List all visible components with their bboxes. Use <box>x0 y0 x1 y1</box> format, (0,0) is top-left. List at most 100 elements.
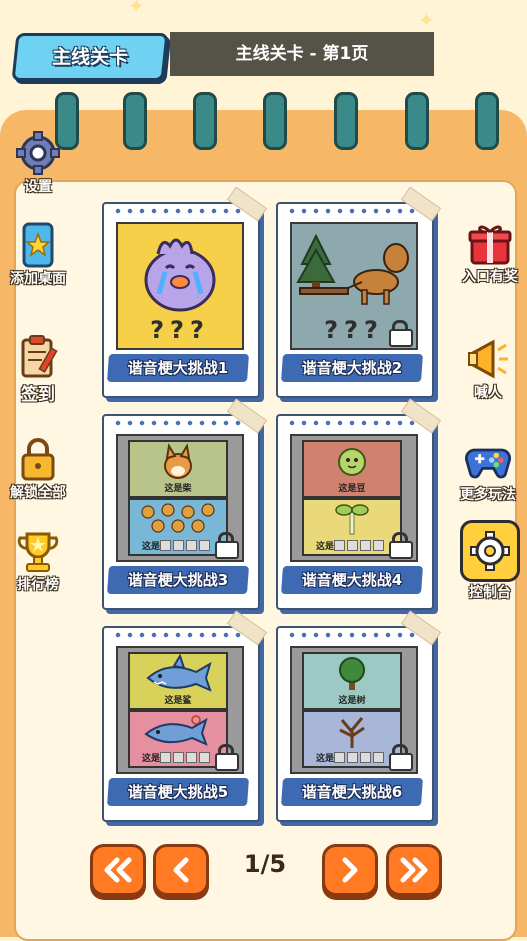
check-in-label: 签到 <box>21 385 55 405</box>
next-page-button[interactable] <box>322 844 378 896</box>
check-in-button[interactable]: 签到 <box>0 334 76 405</box>
chevron-left-icon <box>173 857 189 883</box>
lock-icon <box>214 744 239 771</box>
card-dots <box>286 208 420 214</box>
level-thumbnail: 这是豆 这是 <box>290 434 418 562</box>
double-chevron-left-icon <box>104 857 132 883</box>
previous-page-button[interactable] <box>153 844 209 896</box>
answer-prefix: 这是 <box>316 754 335 764</box>
chevron-right-icon <box>342 857 358 883</box>
sparkle-icon: ✦ <box>418 8 435 32</box>
gamepad-icon <box>465 438 511 484</box>
unlock-all-button[interactable]: 解锁全部 <box>0 436 76 506</box>
crying-bird-icon <box>144 238 216 312</box>
answer-boxes <box>160 540 210 551</box>
add-to-desktop-button[interactable]: 添加桌面 <box>0 222 76 292</box>
clue-caption: 这是豆 <box>338 484 366 494</box>
page-subtitle: 主线关卡 - 第1页 <box>170 32 434 76</box>
page-title: 主线关卡 <box>51 46 128 68</box>
clue-panel-top: 这是豆 <box>302 440 402 498</box>
clue-panel-bottom: 这是 <box>128 498 228 556</box>
card-dots <box>286 420 420 426</box>
answer-boxes <box>160 752 210 763</box>
clue-caption: 这是柴 <box>164 484 192 494</box>
level-thumbnail: 这是柴 这是 <box>116 434 244 562</box>
level-label: 谐音梗大挑战4 <box>301 571 403 589</box>
padlock-icon <box>15 436 61 482</box>
answer-prefix: 这是 <box>142 542 161 552</box>
lock-icon <box>388 744 413 771</box>
binder-ring <box>263 92 287 150</box>
add-to-desktop-label: 添加桌面 <box>10 271 66 287</box>
clue-caption: 这是树 <box>338 696 366 706</box>
level-label: 谐音梗大挑战6 <box>301 783 403 801</box>
gift-icon <box>467 220 513 266</box>
clue-panel-bottom: 这是 <box>302 498 402 556</box>
leaderboard-label: 排行榜 <box>17 577 59 593</box>
gear-icon <box>15 130 61 176</box>
star-phone-icon <box>15 222 61 268</box>
clue-caption: 这是鲨 <box>164 696 192 706</box>
clue-panel-top: 这是树 <box>302 652 402 710</box>
shark-icon <box>146 653 212 692</box>
sprout-icon <box>335 504 369 535</box>
binder-ring <box>123 92 147 150</box>
page-title-tab: 主线关卡 <box>11 33 169 81</box>
level-thumbnail: 这是鲨 这是 <box>116 646 244 774</box>
horse-sled-icon <box>296 233 409 305</box>
first-page-button[interactable] <box>90 844 146 896</box>
answer-boxes <box>334 752 384 763</box>
clue-panel-bottom: 这是 <box>128 710 228 768</box>
level-label: 谐音梗大挑战3 <box>127 571 229 589</box>
page-indicator: 1/5 <box>243 850 287 878</box>
binder-ring <box>405 92 429 150</box>
level-card-3[interactable]: 这是柴 这是 谐音梗大挑战3 <box>102 398 268 610</box>
invite-button[interactable]: 喊人 <box>450 336 526 406</box>
last-page-button[interactable] <box>386 844 442 896</box>
clue-panel-top: 这是鲨 <box>128 652 228 710</box>
answer-prefix: 这是 <box>142 754 161 764</box>
binder-ring <box>334 92 358 150</box>
binder-ring <box>193 92 217 150</box>
level-card-6[interactable]: 这是树 这是 谐音梗大挑战6 <box>276 610 442 822</box>
leaderboard-button[interactable]: 排行榜 <box>0 528 76 598</box>
clue-panel-top: 这是柴 <box>128 440 228 498</box>
card-dots <box>112 420 246 426</box>
angry-shark-icon <box>144 715 208 746</box>
unlock-all-label: 解锁全部 <box>10 485 66 501</box>
shiba-dog-icon <box>164 443 192 479</box>
card-dots <box>286 632 420 638</box>
hint-text: ??? <box>150 316 210 344</box>
settings-label: 设置 <box>24 179 52 195</box>
console-label: 控制台 <box>469 585 511 601</box>
entry-reward-label: 入口有奖 <box>462 269 518 285</box>
more-games-label: 更多玩法 <box>460 487 516 503</box>
level-label: 谐音梗大挑战1 <box>127 359 229 377</box>
settings-button[interactable]: 设置 <box>0 130 76 200</box>
more-games-button[interactable]: 更多玩法 <box>450 438 526 508</box>
answer-boxes <box>334 540 384 551</box>
level-card-4[interactable]: 这是豆 这是 谐音梗大挑战4 <box>276 398 442 610</box>
level-thumbnail: ??? <box>116 222 244 350</box>
card-dots <box>112 632 246 638</box>
level-thumbnail: 这是树 这是 <box>290 646 418 774</box>
level-card-2[interactable]: ??? 谐音梗大挑战2 <box>276 186 442 398</box>
level-label: 谐音梗大挑战2 <box>301 359 403 377</box>
clipboard-pencil-icon <box>15 334 61 380</box>
entry-reward-button[interactable]: 入口有奖 <box>452 220 527 290</box>
level-grid-panel <box>14 180 517 941</box>
lock-icon <box>388 532 413 559</box>
lock-icon <box>388 320 413 347</box>
level-label: 谐音梗大挑战5 <box>127 783 229 801</box>
level-card-1[interactable]: ??? 谐音梗大挑战1 <box>102 186 268 398</box>
many-shiba-icon <box>141 503 215 533</box>
megaphone-icon <box>465 336 511 382</box>
invite-label: 喊人 <box>474 385 502 401</box>
level-thumbnail: ??? <box>290 222 418 350</box>
binder-ring <box>475 92 499 150</box>
console-button[interactable]: 控制台 <box>452 520 527 601</box>
card-dots <box>112 208 246 214</box>
pea-icon <box>338 448 366 476</box>
bare-tree-icon <box>339 717 365 748</box>
level-card-5[interactable]: 这是鲨 这是 谐音梗大挑战5 <box>102 610 268 822</box>
